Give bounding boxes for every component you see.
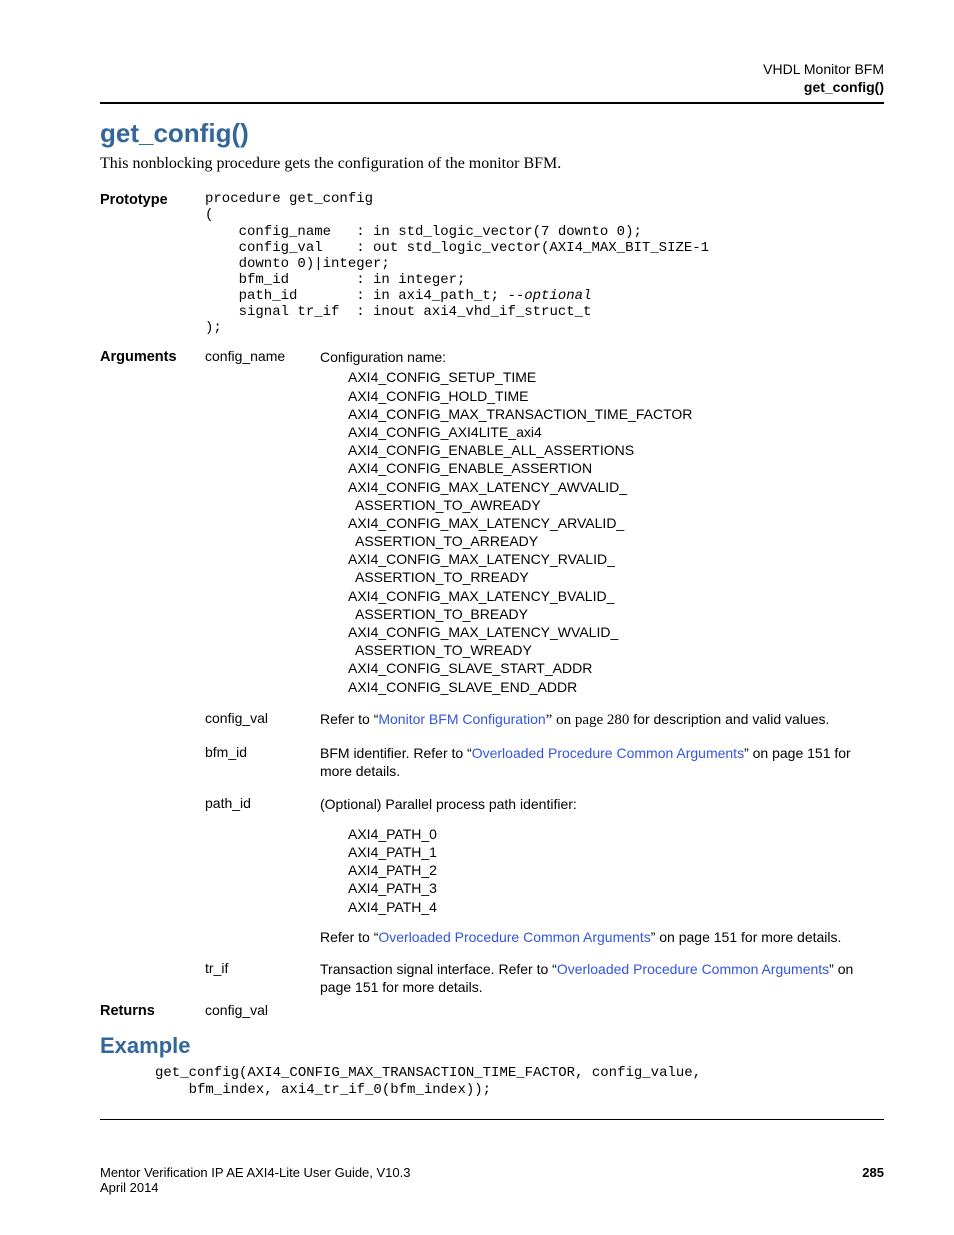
config-opt: AXI4_CONFIG_SETUP_TIME <box>348 368 884 386</box>
arg-desc: Refer to “Monitor BFM Configuration” on … <box>320 710 884 731</box>
arg-name: bfm_id <box>205 744 320 760</box>
link-overloaded-args[interactable]: Overloaded Procedure Common Arguments <box>557 961 829 977</box>
config-opt: AXI4_CONFIG_MAX_TRANSACTION_TIME_FACTOR <box>348 405 884 423</box>
code-comment: --optional <box>507 288 591 304</box>
config-opt: ASSERTION_TO_AWREADY <box>348 496 884 514</box>
footer-doc-title: Mentor Verification IP AE AXI4-Lite User… <box>100 1165 410 1180</box>
returns-value: config_val <box>205 1002 320 1018</box>
returns-section: Returns config_val <box>100 1002 884 1019</box>
config-opt: ASSERTION_TO_WREADY <box>348 641 884 659</box>
config-opt: AXI4_CONFIG_ENABLE_ALL_ASSERTIONS <box>348 441 884 459</box>
header-rule <box>100 102 884 104</box>
link-monitor-bfm-config[interactable]: Monitor BFM Configuration <box>378 711 545 727</box>
arg-name: path_id <box>205 795 320 811</box>
running-header: VHDL Monitor BFM get_config() <box>100 60 884 96</box>
config-opt: AXI4_CONFIG_SLAVE_END_ADDR <box>348 678 884 696</box>
footer-rule <box>100 1119 884 1120</box>
config-opt: AXI4_CONFIG_MAX_LATENCY_BVALID_ <box>348 587 884 605</box>
config-opt: AXI4_CONFIG_ENABLE_ASSERTION <box>348 459 884 477</box>
page-number: 285 <box>862 1165 884 1195</box>
returns-label: Returns <box>100 1002 205 1019</box>
config-opt: AXI4_CONFIG_MAX_LATENCY_ARVALID_ <box>348 514 884 532</box>
page-footer: Mentor Verification IP AE AXI4-Lite User… <box>100 1165 884 1195</box>
arg-name: config_name <box>205 348 320 364</box>
config-opt: ASSERTION_TO_RREADY <box>348 568 884 586</box>
path-opt: AXI4_PATH_3 <box>348 879 884 897</box>
arg-bfm-id: bfm_id BFM identifier. Refer to “Overloa… <box>205 744 884 780</box>
config-opt: ASSERTION_TO_ARREADY <box>348 532 884 550</box>
link-overloaded-args[interactable]: Overloaded Procedure Common Arguments <box>472 745 744 761</box>
path-opt: AXI4_PATH_4 <box>348 898 884 916</box>
arg-desc: Transaction signal interface. Refer to “… <box>320 960 884 996</box>
text: Refer to “ <box>320 929 378 945</box>
arg-tr-if: tr_if Transaction signal interface. Refe… <box>205 960 884 996</box>
example-heading: Example <box>100 1033 884 1059</box>
arguments-section: Arguments config_name Configuration name… <box>100 348 884 1002</box>
text: BFM identifier. Refer to “ <box>320 745 472 761</box>
arguments-content: config_name Configuration name: AXI4_CON… <box>205 348 884 1002</box>
config-name-options: AXI4_CONFIG_SETUP_TIME AXI4_CONFIG_HOLD_… <box>320 368 884 695</box>
prototype-label: Prototype <box>100 191 205 208</box>
path-opt: AXI4_PATH_0 <box>348 825 884 843</box>
code-prefix: procedure get_config ( config_name : in … <box>205 191 709 304</box>
prototype-code: procedure get_config ( config_name : in … <box>205 191 884 336</box>
path-post: Refer to “Overloaded Procedure Common Ar… <box>320 928 884 946</box>
page-title: get_config() <box>100 118 884 149</box>
arg-config-val: config_val Refer to “Monitor BFM Configu… <box>205 710 884 731</box>
footer-date: April 2014 <box>100 1180 410 1195</box>
config-opt: AXI4_CONFIG_SLAVE_START_ADDR <box>348 659 884 677</box>
arg-path-id: path_id (Optional) Parallel process path… <box>205 795 884 946</box>
arg-name: tr_if <box>205 960 320 976</box>
example-code: get_config(AXI4_CONFIG_MAX_TRANSACTION_T… <box>155 1065 884 1099</box>
arg-desc: Configuration name: AXI4_CONFIG_SETUP_TI… <box>320 348 884 696</box>
config-opt: AXI4_CONFIG_HOLD_TIME <box>348 387 884 405</box>
code-suffix: signal tr_if : inout axi4_vhd_if_struct_… <box>205 304 591 336</box>
config-opt: AXI4_CONFIG_AXI4LITE_axi4 <box>348 423 884 441</box>
intro-paragraph: This nonblocking procedure gets the conf… <box>100 155 884 173</box>
header-topic: get_config() <box>100 78 884 96</box>
config-opt: AXI4_CONFIG_MAX_LATENCY_RVALID_ <box>348 550 884 568</box>
arg-desc: (Optional) Parallel process path identif… <box>320 795 884 946</box>
prototype-content: procedure get_config ( config_name : in … <box>205 191 884 336</box>
header-section: VHDL Monitor BFM <box>100 60 884 78</box>
path-opt: AXI4_PATH_1 <box>348 843 884 861</box>
text: for description and valid values. <box>629 711 829 727</box>
path-options: AXI4_PATH_0 AXI4_PATH_1 AXI4_PATH_2 AXI4… <box>320 825 884 916</box>
text: Refer to “ <box>320 711 378 727</box>
text: Transaction signal interface. Refer to “ <box>320 961 557 977</box>
link-overloaded-args[interactable]: Overloaded Procedure Common Arguments <box>378 929 650 945</box>
returns-content: config_val <box>205 1002 884 1018</box>
config-opt: AXI4_CONFIG_MAX_LATENCY_AWVALID_ <box>348 478 884 496</box>
prototype-section: Prototype procedure get_config ( config_… <box>100 191 884 336</box>
arg-name: config_val <box>205 710 320 726</box>
text: ” on page 280 <box>546 712 630 728</box>
arg-config-name: config_name Configuration name: AXI4_CON… <box>205 348 884 696</box>
arg-desc: BFM identifier. Refer to “Overloaded Pro… <box>320 744 884 780</box>
arguments-label: Arguments <box>100 348 205 365</box>
path-opt: AXI4_PATH_2 <box>348 861 884 879</box>
config-opt: ASSERTION_TO_BREADY <box>348 605 884 623</box>
arg-desc-lead: Configuration name: <box>320 348 884 366</box>
footer-left: Mentor Verification IP AE AXI4-Lite User… <box>100 1165 410 1195</box>
text: ” on page 151 for more details. <box>651 929 842 945</box>
config-opt: AXI4_CONFIG_MAX_LATENCY_WVALID_ <box>348 623 884 641</box>
arg-desc-lead: (Optional) Parallel process path identif… <box>320 795 884 813</box>
